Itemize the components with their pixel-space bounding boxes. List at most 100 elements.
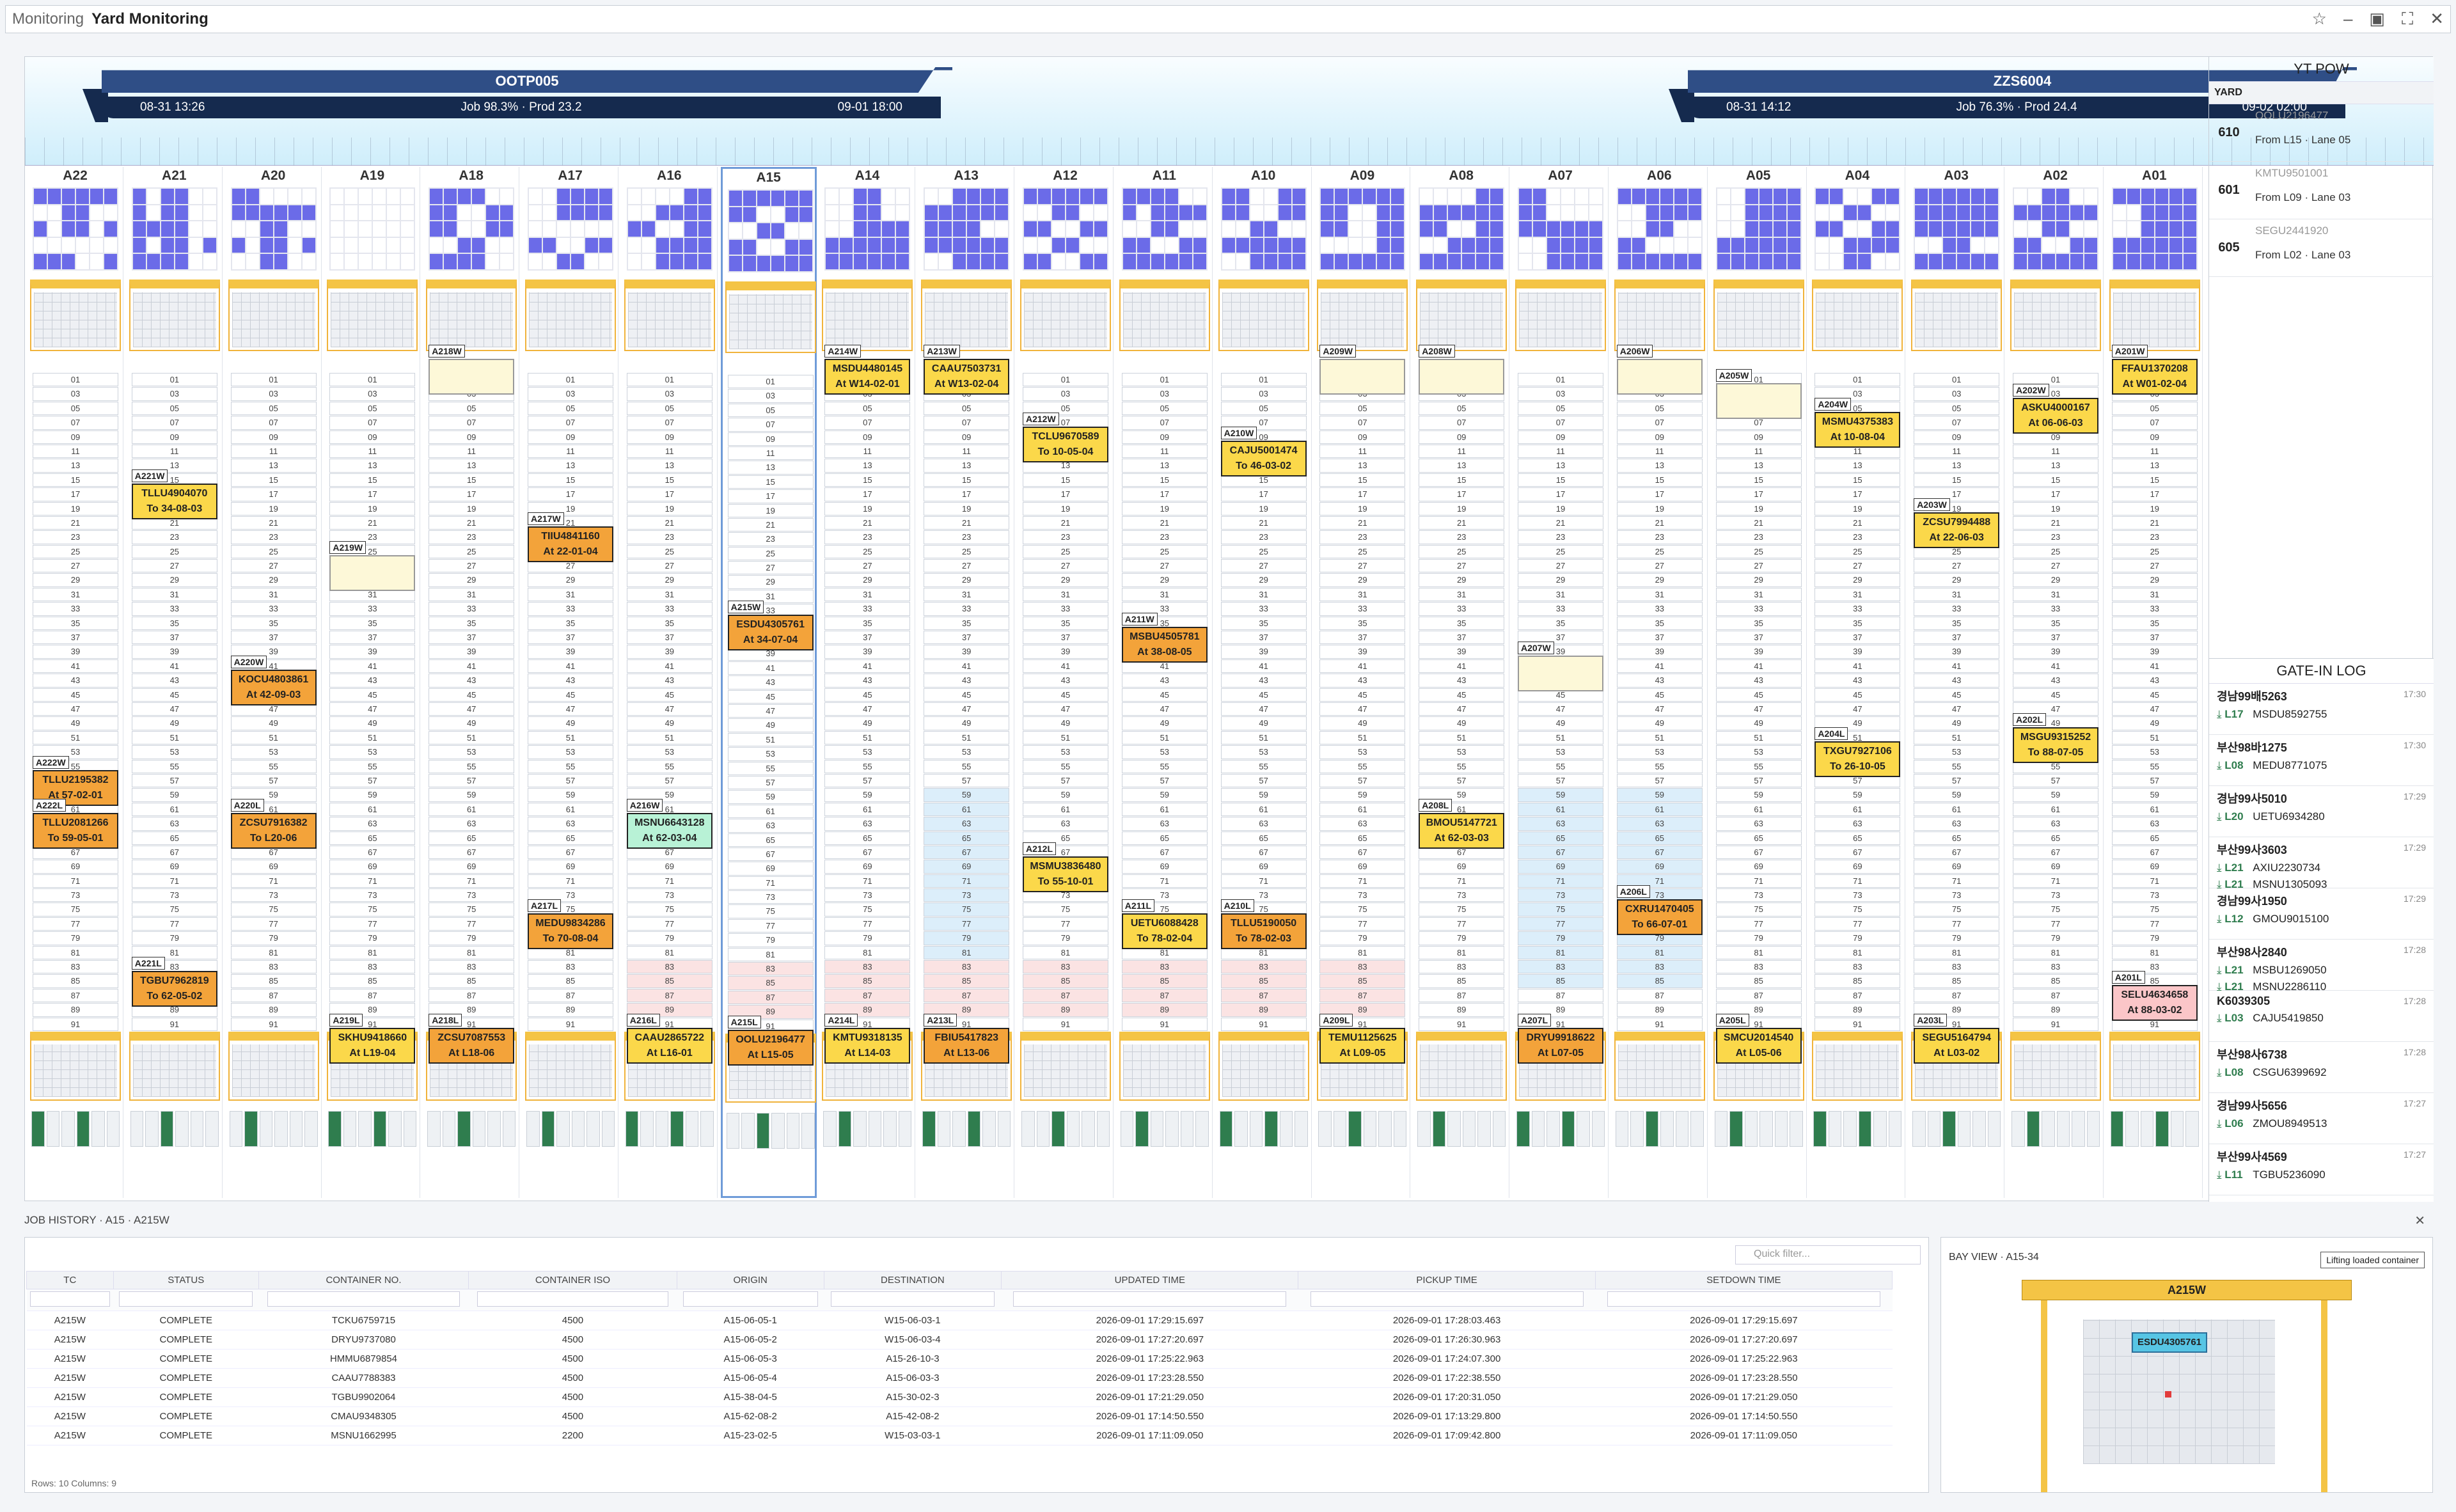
bay-slot[interactable]: 19 [1023,501,1108,516]
bay-slot[interactable]: 71 [727,876,814,890]
bay-slot[interactable]: 29 [1814,573,1901,587]
bay-slot[interactable]: 61 [1914,802,2000,817]
bay-slot[interactable]: 13 [1814,459,1901,473]
bay-slot[interactable]: 47 [33,702,118,716]
truck-lane[interactable] [2140,1111,2154,1147]
bay-slot[interactable]: 31 [1715,587,1802,602]
bay-slot[interactable]: 45 [1121,688,1208,702]
bay-slot[interactable]: 33 [1914,602,2000,616]
bay-slot[interactable]: 69 [2013,860,2098,874]
bay-slot[interactable]: 67 [1715,845,1802,860]
bay-slot[interactable]: 49 [230,716,317,730]
bay-slot[interactable]: 07 [1121,416,1208,430]
truck-lane[interactable] [883,1111,897,1147]
bay-slot[interactable]: 43 [1220,673,1307,688]
bay-slot[interactable]: 73 [33,888,118,902]
bay-slot[interactable]: 43 [1715,673,1802,688]
bay-slot[interactable]: 33 [924,602,1010,616]
truck-lane[interactable] [502,1111,516,1147]
bay-slot[interactable]: 37 [1814,631,1901,645]
bay-slot[interactable]: 79 [824,931,911,945]
block-column-a02[interactable]: A020103050709111315171921232527293133353… [2008,167,2104,1198]
truck-lane[interactable] [1660,1111,1674,1147]
truck-lane[interactable] [741,1113,755,1149]
bay-slot[interactable]: 11 [33,444,118,459]
bay-slot[interactable]: 87 [429,988,515,1003]
bay-slot[interactable]: 87 [1319,988,1406,1003]
bay-slot[interactable]: 25 [727,546,814,561]
container-job-card[interactable]: KOCU4803861 At 42-09-03 [230,670,317,706]
bay-slot[interactable]: 09 [131,430,217,444]
truck-lane[interactable] [472,1111,486,1147]
block-column-a09[interactable]: A090103050709111315171921232527293133353… [1314,167,1411,1198]
bay-slot[interactable]: 39 [1220,645,1307,659]
bay-slot[interactable]: 13 [1914,459,2000,473]
truck-lane[interactable] [1096,1111,1110,1147]
restore-icon[interactable]: ▣ [2369,9,2385,29]
bay-slot[interactable]: 51 [1220,730,1307,745]
bay-slot[interactable]: 03 [1023,387,1108,401]
bay-slot[interactable]: 73 [429,888,515,902]
bay-slot[interactable]: 47 [626,702,712,716]
tc-tag[interactable]: A218W [429,345,465,358]
truck-lane[interactable] [1987,1111,2001,1147]
bay-slot[interactable]: 07 [1914,416,2000,430]
bay-slot[interactable]: 51 [1715,730,1802,745]
bay-slot[interactable]: 79 [33,931,118,945]
minimize-icon[interactable]: – [2343,9,2352,29]
truck-lane[interactable] [1295,1111,1308,1147]
bay-slot[interactable]: 83 [1023,960,1108,974]
bay-slot[interactable]: 69 [1518,860,1603,874]
container-job-card[interactable]: CAAU7503731 At W13-02-04 [924,359,1010,395]
truck-lane[interactable] [982,1111,996,1147]
bay-slot[interactable]: 51 [230,730,317,745]
tc-tag[interactable]: A201L [2111,971,2145,984]
bay-slot[interactable]: 35 [2111,616,2198,631]
bay-slot[interactable]: 77 [2013,917,2098,931]
bay-slot[interactable]: 85 [1814,974,1901,988]
truck-lane[interactable] [487,1111,501,1147]
container-job-card[interactable]: BMOU5147721 At 62-03-03 [1419,813,1505,849]
bay-slot[interactable]: 87 [1023,988,1108,1003]
bay-slot[interactable]: 49 [329,716,416,730]
bay-slot[interactable]: 45 [1220,688,1307,702]
bay-slot[interactable]: 67 [1914,845,2000,860]
column-filter-input[interactable] [1013,1291,1287,1307]
bay-slot[interactable]: 05 [230,401,317,416]
bay-slot[interactable]: 45 [2013,688,2098,702]
truck-lane[interactable] [1516,1111,1530,1147]
column-filter-input[interactable] [831,1291,995,1307]
tc-tag[interactable]: A207L [1518,1014,1552,1027]
truck-lane[interactable] [967,1111,981,1147]
bay-slot[interactable]: 65 [824,831,911,845]
bay-slot[interactable]: 85 [230,974,317,988]
bay-slot[interactable]: 57 [1518,773,1603,788]
bay-slot[interactable]: 87 [1220,988,1307,1003]
column-filter-input[interactable] [29,1291,110,1307]
gate-in-entry[interactable]: 경남99사5010 17:29 ⤓ L20 UETU6934280 [2209,786,2434,837]
bay-slot[interactable]: 63 [429,817,515,831]
bay-slot[interactable]: 19 [1814,501,1901,516]
bay-slot[interactable]: 55 [824,759,911,773]
bay-slot[interactable]: 69 [924,860,1010,874]
bay-slot[interactable]: 21 [727,517,814,532]
bay-slot[interactable]: 59 [1715,788,1802,802]
bay-slot[interactable]: 53 [1518,745,1603,759]
bay-slot[interactable]: 63 [1715,817,1802,831]
bay-slot[interactable]: 71 [1121,874,1208,888]
bay-slot[interactable]: 05 [824,401,911,416]
bay-slot[interactable]: 77 [626,917,712,931]
bay-slot[interactable]: 43 [1121,673,1208,688]
truck-lane[interactable] [2056,1111,2070,1147]
bay-slot[interactable]: 65 [1121,831,1208,845]
bay-slot[interactable]: 45 [1419,688,1505,702]
bay-slot[interactable]: 51 [1518,730,1603,745]
bay-slot[interactable]: 31 [1121,587,1208,602]
bay-slot[interactable]: 43 [924,673,1010,688]
bay-slot[interactable]: 37 [131,631,217,645]
bay-slot[interactable]: 21 [230,516,317,530]
bay-slot[interactable]: 31 [230,587,317,602]
bay-slot[interactable]: 87 [1419,988,1505,1003]
container-job-card[interactable] [1715,383,1802,420]
bay-slot[interactable]: 73 [824,888,911,902]
